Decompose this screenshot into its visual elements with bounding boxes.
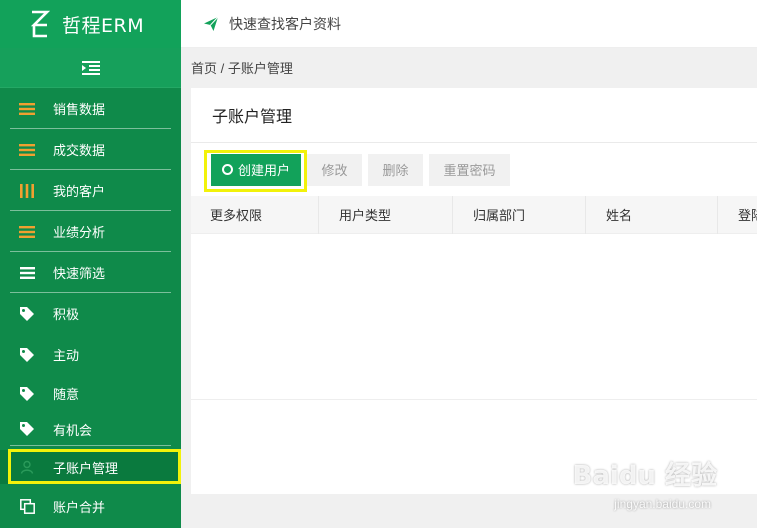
sidebar-item-sub-accounts[interactable]: 子账户管理	[0, 450, 181, 484]
baidu-watermark: Baidu 经验	[572, 461, 717, 491]
sidebar-item-label: 销售数据	[53, 102, 106, 117]
user-icon	[18, 459, 36, 475]
sidebar: 哲程ERM 销售数据 成交数据 我的客户 业绩分析 快速筛选 积极 主动 随意 …	[0, 0, 181, 528]
sidebar-item-label: 有机会	[53, 422, 93, 438]
table-body	[191, 234, 757, 400]
sidebar-item-label: 积极	[53, 307, 80, 322]
columns-icon	[18, 183, 36, 199]
sidebar-item-performance[interactable]: 业绩分析	[0, 211, 181, 252]
send-icon	[204, 16, 219, 31]
page-title: 子账户管理	[191, 88, 757, 143]
tag-icon	[18, 386, 36, 402]
sidebar-item-merge-accounts[interactable]: 账户合并	[0, 484, 181, 528]
sidebar-item-casual-tag[interactable]: 随意	[0, 375, 181, 412]
edit-button[interactable]: 修改	[307, 153, 362, 186]
sidebar-item-active-tag[interactable]: 积极	[0, 293, 181, 334]
brand-name: 哲程ERM	[62, 14, 145, 37]
menu-icon	[18, 265, 36, 281]
sidebar-item-label: 我的客户	[53, 184, 106, 199]
copy-icon	[18, 498, 36, 514]
list-icon	[18, 101, 36, 117]
toolbar: 创建用户 修改 删除 重置密码	[191, 143, 757, 196]
tag-icon	[18, 421, 36, 437]
column-header[interactable]: 更多权限	[191, 195, 319, 234]
brand-logo-icon	[30, 9, 52, 39]
column-header[interactable]: 登陆	[718, 196, 757, 234]
sidebar-item-label: 主动	[53, 348, 80, 363]
sidebar-item-proactive-tag[interactable]: 主动	[0, 334, 181, 375]
sidebar-item-deal-data[interactable]: 成交数据	[0, 129, 181, 170]
sidebar-item-label: 成交数据	[53, 143, 106, 158]
brand-header[interactable]: 哲程ERM	[0, 0, 181, 48]
column-header[interactable]: 归属部门	[453, 195, 586, 234]
column-header[interactable]: 用户类型	[319, 195, 453, 234]
tag-icon	[18, 347, 36, 363]
sidebar-collapse-button[interactable]	[0, 48, 181, 88]
sidebar-item-label: 业绩分析	[53, 225, 106, 240]
topbar: 快速查找客户资料	[181, 0, 757, 48]
sidebar-item-quick-filter[interactable]: 快速筛选	[0, 252, 181, 293]
sidebar-item-label: 快速筛选	[53, 266, 106, 281]
table-header: 更多权限 用户类型 归属部门 姓名 登陆	[191, 195, 757, 234]
main-panel: 子账户管理 创建用户 修改 删除 重置密码 更多权限 用户类型 归属部门 姓名 …	[191, 88, 757, 494]
sidebar-item-opportunity-tag[interactable]: 有机会	[0, 412, 181, 446]
sidebar-item-my-customers[interactable]: 我的客户	[0, 170, 181, 211]
reset-password-button[interactable]: 重置密码	[429, 153, 510, 186]
quick-search-link[interactable]: 快速查找客户资料	[229, 14, 341, 34]
sidebar-item-label: 账户合并	[53, 499, 106, 515]
list-icon	[18, 224, 36, 240]
circle-icon	[221, 164, 233, 175]
list-icon	[18, 142, 36, 158]
indent-icon	[81, 60, 100, 75]
baidu-watermark-url: jingyan.baidu.com	[614, 497, 711, 511]
sidebar-item-sales-data[interactable]: 销售数据	[0, 88, 181, 129]
sidebar-item-label: 随意	[53, 387, 80, 402]
column-header[interactable]: 姓名	[586, 195, 718, 234]
breadcrumb: 首页 / 子账户管理	[191, 61, 293, 76]
tag-icon	[18, 306, 36, 322]
create-user-button[interactable]: 创建用户	[211, 153, 301, 186]
sidebar-item-label: 子账户管理	[53, 460, 119, 476]
delete-button[interactable]: 删除	[368, 153, 423, 186]
